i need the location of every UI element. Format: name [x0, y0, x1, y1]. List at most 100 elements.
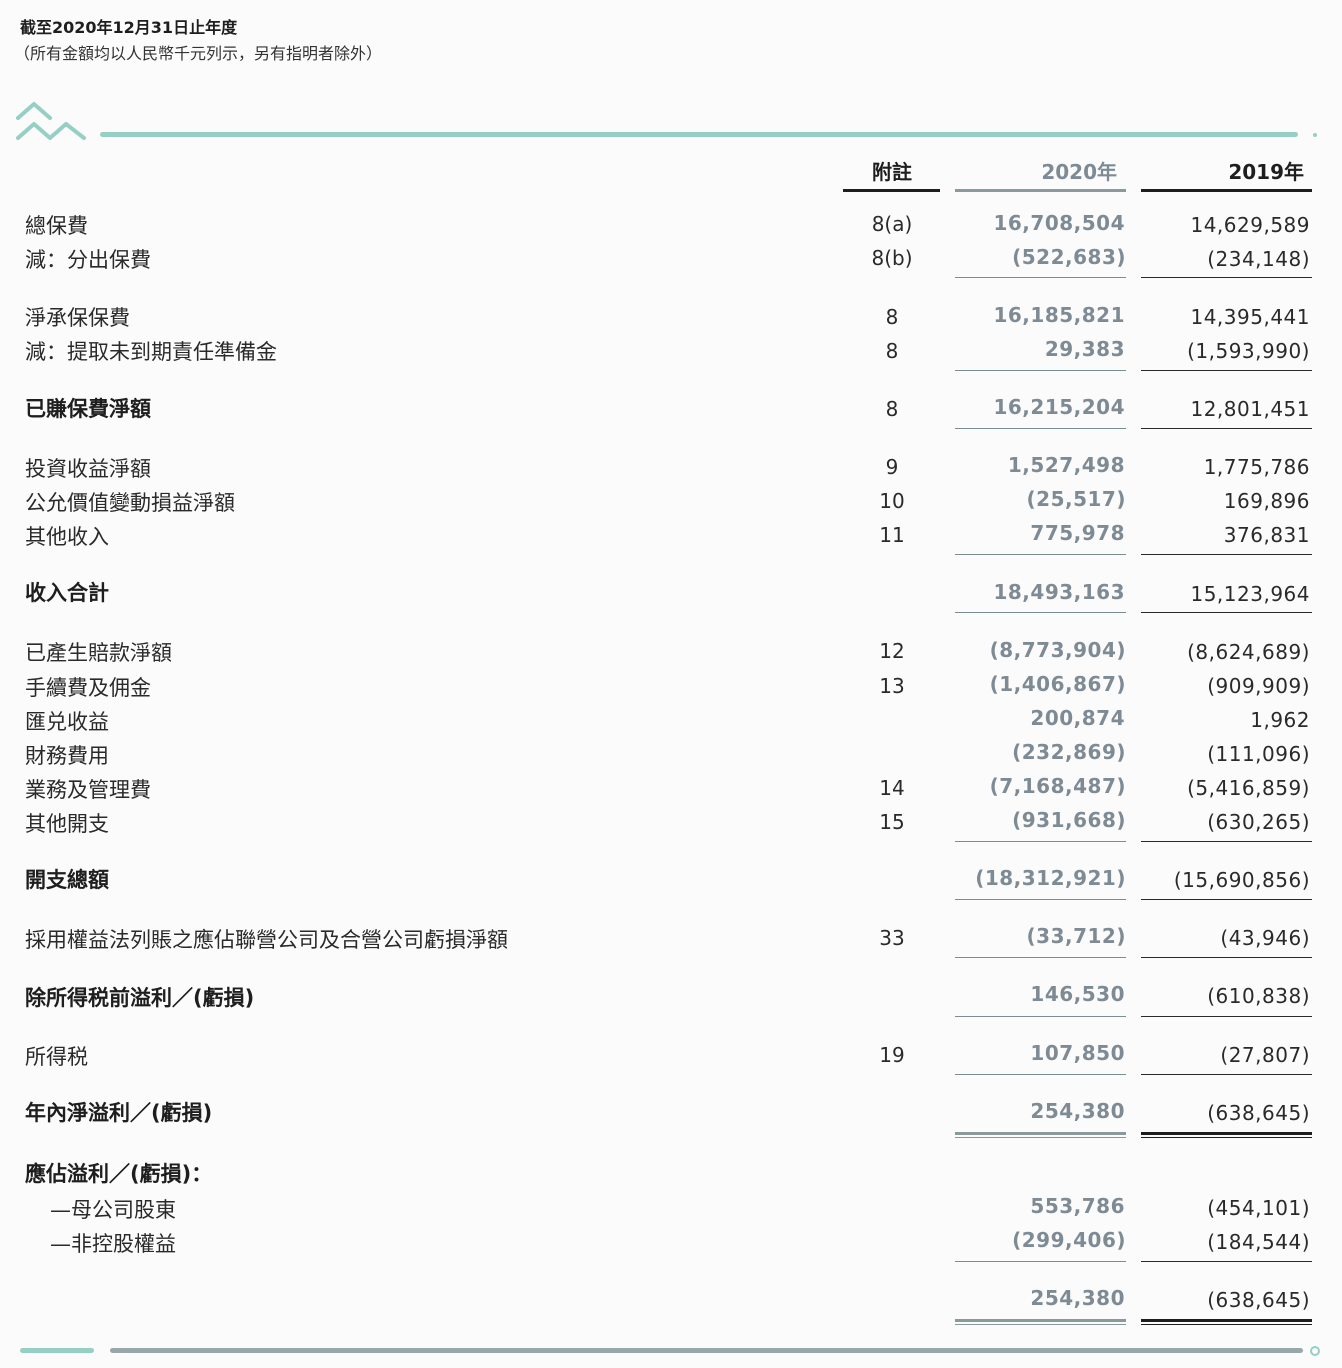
- row-note: 8: [885, 397, 899, 421]
- row-value-2019: 376,831: [1223, 523, 1310, 547]
- row-label: 應佔溢利／(虧損)：: [25, 1162, 213, 1186]
- row-value-2019: (630,265): [1207, 810, 1310, 834]
- row-value-2019: (638,645): [1207, 1101, 1310, 1125]
- row-note: 8: [885, 305, 899, 329]
- row-note: 13: [879, 674, 905, 698]
- bottom-divider-accent: [20, 1348, 94, 1353]
- row-value-2020: 18,493,163: [993, 580, 1125, 604]
- row-value-2020: 254,380: [1030, 1099, 1125, 1123]
- column-header-2019: 2019年: [1228, 160, 1304, 184]
- top-divider: [100, 132, 1298, 137]
- subtotal-rule-2019: [1141, 428, 1312, 429]
- row-value-2020: 200,874: [1030, 706, 1125, 730]
- row-value-2019: 169,896: [1223, 489, 1310, 513]
- column-header-note: 附註: [872, 160, 912, 184]
- row-value-2020: 1,527,498: [1007, 453, 1125, 477]
- row-note: 8: [885, 339, 899, 363]
- row-value-2020: (522,683): [1012, 245, 1126, 269]
- total-double-rule-2019: [1141, 1319, 1312, 1325]
- row-note: 11: [879, 523, 905, 547]
- row-note: 9: [885, 455, 899, 479]
- row-value-2019: (15,690,856): [1173, 868, 1310, 892]
- row-value-2019: 1,962: [1250, 708, 1310, 732]
- row-value-2020: 553,786: [1030, 1194, 1125, 1218]
- row-value-2019: (610,838): [1207, 984, 1310, 1008]
- row-label: 減：提取未到期責任準備金: [25, 340, 277, 364]
- row-value-2019: (454,101): [1207, 1196, 1310, 1220]
- row-label: 業務及管理費: [25, 778, 151, 802]
- row-value-2019: (5,416,859): [1187, 776, 1310, 800]
- row-value-2019: (8,624,689): [1187, 640, 1310, 664]
- subtotal-rule-2020: [955, 428, 1126, 429]
- row-value-2019: 14,629,589: [1190, 213, 1310, 237]
- row-value-2020: 29,383: [1044, 337, 1125, 361]
- row-value-2019: (1,593,990): [1187, 339, 1310, 363]
- mountain-decoration-icon: [16, 102, 86, 140]
- subtotal-rule-2019: [1141, 277, 1312, 278]
- bottom-divider-dot: [1310, 1346, 1320, 1356]
- row-label: 其他開支: [25, 812, 109, 836]
- subtotal-rule-2019: [1141, 1074, 1312, 1075]
- subtotal-rule-2019: [1141, 1016, 1312, 1017]
- row-value-2020: 16,215,204: [993, 395, 1125, 419]
- subtotal-rule-2020: [955, 277, 1126, 278]
- row-label: 收入合計: [25, 581, 109, 605]
- row-label: 其他收入: [25, 525, 109, 549]
- row-label: 已產生賠款淨額: [25, 641, 172, 665]
- subtotal-rule-2019: [1141, 957, 1312, 958]
- subtotal-rule-2020: [955, 554, 1126, 555]
- row-label: 投資收益淨額: [25, 457, 151, 481]
- subtotal-rule-2019: [1141, 841, 1312, 842]
- bottom-divider: [110, 1348, 1303, 1353]
- currency-note: （所有金額均以人民幣千元列示，另有指明者除外）: [14, 44, 383, 63]
- row-note: 33: [879, 926, 905, 950]
- row-value-2020: (232,869): [1012, 740, 1126, 764]
- row-value-2020: (7,168,487): [989, 774, 1126, 798]
- row-value-2020: 16,185,821: [993, 303, 1125, 327]
- subtotal-rule-2019: [1141, 554, 1312, 555]
- row-value-2020: (25,517): [1026, 487, 1126, 511]
- row-value-2019: (184,544): [1207, 1230, 1310, 1254]
- column-rule-note: [843, 189, 940, 192]
- total-double-rule-2020: [955, 1319, 1126, 1325]
- total-double-rule-2019: [1141, 1132, 1312, 1138]
- row-label: 總保費: [25, 214, 88, 238]
- subtotal-rule-2020: [955, 370, 1126, 371]
- subtotal-rule-2020: [955, 1016, 1126, 1017]
- row-label: 開支總額: [25, 868, 109, 892]
- subtotal-rule-2020: [955, 841, 1126, 842]
- column-rule-2020: [955, 189, 1126, 192]
- row-value-2019: (27,807): [1220, 1043, 1310, 1067]
- subtotal-rule-2020: [955, 1074, 1126, 1075]
- row-note: 14: [879, 776, 905, 800]
- row-note: 15: [879, 810, 905, 834]
- row-value-2019: 1,775,786: [1203, 455, 1310, 479]
- subtotal-rule-2020: [955, 899, 1126, 900]
- column-header-2020: 2020年: [1041, 160, 1117, 184]
- row-value-2019: (638,645): [1207, 1288, 1310, 1312]
- row-note: 10: [879, 489, 905, 513]
- row-note: 19: [879, 1043, 905, 1067]
- row-value-2019: 12,801,451: [1190, 397, 1310, 421]
- row-note: 8(a): [871, 212, 913, 236]
- row-value-2020: 16,708,504: [993, 211, 1125, 235]
- row-value-2020: (299,406): [1012, 1228, 1126, 1252]
- row-label: 淨承保保費: [25, 306, 130, 330]
- subtotal-rule-2019: [1141, 612, 1312, 613]
- row-label: 除所得税前溢利／(虧損): [25, 986, 255, 1010]
- row-value-2020: (1,406,867): [989, 672, 1126, 696]
- row-value-2020: (33,712): [1026, 924, 1126, 948]
- row-label: 手續費及佣金: [25, 676, 151, 700]
- row-label: 公允價值變動損益淨額: [25, 491, 235, 515]
- total-double-rule-2020: [955, 1132, 1126, 1138]
- row-label: 已賺保費淨額: [25, 397, 151, 421]
- row-value-2019: 15,123,964: [1190, 582, 1310, 606]
- row-note: 8(b): [871, 246, 913, 270]
- row-value-2020: 146,530: [1030, 982, 1125, 1006]
- row-value-2020: 254,380: [1030, 1286, 1125, 1310]
- row-value-2020: (931,668): [1012, 808, 1126, 832]
- subtotal-rule-2020: [955, 957, 1126, 958]
- row-label: 採用權益法列賬之應佔聯營公司及合營公司虧損淨額: [25, 928, 508, 952]
- column-rule-2019: [1141, 189, 1312, 192]
- row-value-2019: (43,946): [1220, 926, 1310, 950]
